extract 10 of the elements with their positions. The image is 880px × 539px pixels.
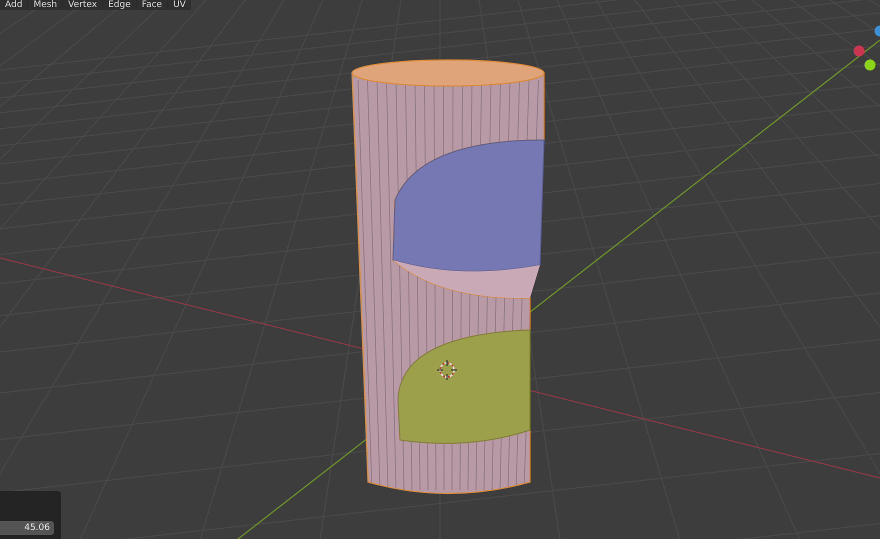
axis-dot[interactable] [854, 46, 864, 56]
menu-item[interactable]: Edge [103, 0, 136, 10]
menu-item[interactable]: Add [0, 0, 28, 10]
axis-dot[interactable] [864, 60, 876, 70]
value-field[interactable]: 45.06 [0, 521, 54, 535]
menu-item[interactable]: UV [168, 0, 191, 10]
3d-cursor-icon [436, 360, 458, 380]
menu-item[interactable]: Face [136, 0, 168, 10]
menu-item[interactable]: Vertex [63, 0, 102, 10]
menu-item[interactable]: Mesh [28, 0, 62, 10]
